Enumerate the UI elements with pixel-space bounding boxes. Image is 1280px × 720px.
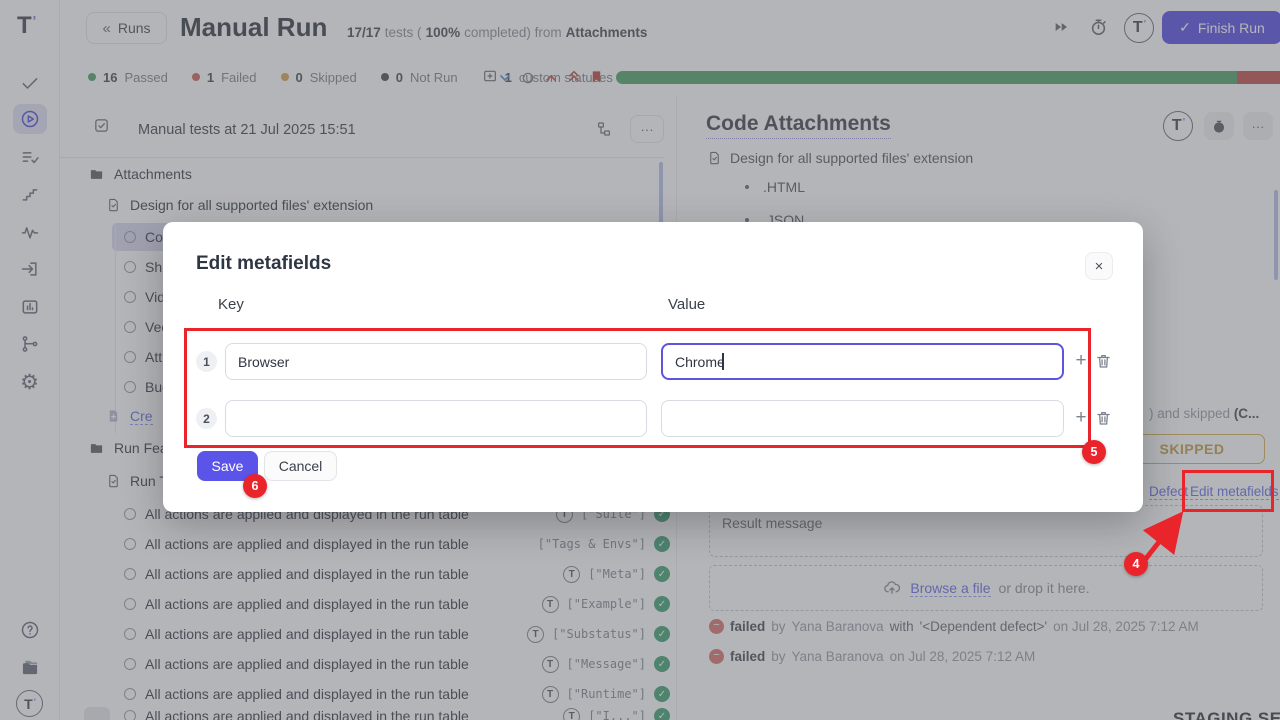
annotation-rect-rows — [184, 328, 1091, 448]
annotation-step-6: 6 — [243, 474, 267, 498]
annotation-step-4: 4 — [1124, 552, 1148, 576]
close-icon[interactable]: × — [1085, 252, 1113, 280]
value-column-header: Value — [668, 296, 705, 313]
cancel-button[interactable]: Cancel — [264, 451, 337, 481]
app-window: T' ⚙ T' « Runs Manual Run 17/17 tests ( … — [0, 0, 1280, 720]
annotation-step-5: 5 — [1082, 440, 1106, 464]
modal-title: Edit metafields — [196, 253, 331, 275]
annotation-rect-edit-metafields — [1182, 470, 1274, 512]
key-column-header: Key — [218, 296, 244, 313]
delete-row-icon[interactable] — [1095, 352, 1112, 370]
delete-row-icon[interactable] — [1095, 409, 1112, 427]
